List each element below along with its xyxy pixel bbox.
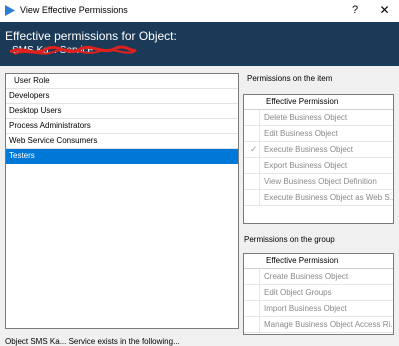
permission-row[interactable]: View Business Object Definition — [244, 174, 393, 190]
row-gutter — [244, 301, 260, 316]
item-permissions-column-header[interactable]: Effective Permission — [244, 95, 393, 110]
window-title: View Effective Permissions — [20, 5, 128, 15]
permission-row[interactable]: Execute Business Object as Web S... — [244, 190, 393, 206]
app-icon — [5, 5, 15, 16]
item-permissions-label: Permissions on the item — [247, 74, 333, 83]
permission-name: Delete Business Object — [264, 113, 348, 122]
item-permissions-table[interactable]: Effective Permission Delete Business Obj… — [243, 94, 394, 224]
help-button[interactable]: ? — [342, 0, 368, 22]
close-button[interactable]: ✕ — [370, 0, 399, 22]
permission-name: Edit Object Groups — [264, 288, 332, 297]
permission-name: Manage Business Object Access Ri... — [264, 320, 393, 329]
role-item[interactable]: Process Administrators — [6, 119, 238, 134]
row-gutter — [244, 190, 260, 205]
permission-row[interactable]: ✓ Execute Business Object — [244, 142, 393, 158]
group-permissions-column-header[interactable]: Effective Permission — [244, 254, 393, 269]
role-item[interactable]: Developers — [6, 89, 238, 104]
role-item[interactable]: Desktop Users — [6, 104, 238, 119]
redaction-scribble — [9, 45, 137, 55]
row-gutter — [244, 317, 260, 332]
row-gutter — [244, 126, 260, 141]
row-gutter — [244, 110, 260, 125]
permission-name: Create Business Object — [264, 272, 349, 281]
permission-name: Export Business Object — [264, 161, 348, 170]
permission-row[interactable]: Manage Business Object Access Ri... — [244, 317, 393, 333]
header-banner: Effective permissions for Object: SMS Ka… — [0, 22, 399, 66]
user-role-column-header[interactable]: User Role — [6, 74, 238, 89]
permission-row[interactable]: Export Business Object — [244, 158, 393, 174]
permission-row[interactable]: Create Business Object — [244, 269, 393, 285]
role-item[interactable]: Testers — [6, 149, 238, 164]
permission-name: Execute Business Object as Web S... — [264, 193, 393, 202]
row-gutter — [244, 269, 260, 284]
row-gutter — [244, 158, 260, 173]
permission-name: Import Business Object — [264, 304, 347, 313]
footer-text: Object SMS Ka... Service exists in the f… — [5, 337, 180, 346]
user-role-list[interactable]: User Role Developers Desktop Users Process… — [5, 73, 239, 329]
permission-row[interactable]: Edit Business Object — [244, 126, 393, 142]
role-item[interactable]: Web Service Consumers — [6, 134, 238, 149]
permission-name: View Business Object Definition — [264, 177, 377, 186]
header-title: Effective permissions for Object: — [5, 29, 177, 43]
title-bar: View Effective Permissions ? ✕ — [0, 0, 399, 22]
group-permissions-label: Permissions on the group — [244, 235, 335, 244]
permission-row[interactable]: Delete Business Object — [244, 110, 393, 126]
permission-row[interactable]: Import Business Object — [244, 301, 393, 317]
group-permissions-table[interactable]: Effective Permission Create Business Obj… — [243, 253, 394, 335]
permission-row[interactable]: Edit Object Groups — [244, 285, 393, 301]
row-gutter — [244, 285, 260, 300]
permission-name: Edit Business Object — [264, 129, 338, 138]
checkmark-icon: ✓ — [250, 144, 258, 154]
row-gutter — [244, 174, 260, 189]
permission-name: Execute Business Object — [264, 145, 353, 154]
